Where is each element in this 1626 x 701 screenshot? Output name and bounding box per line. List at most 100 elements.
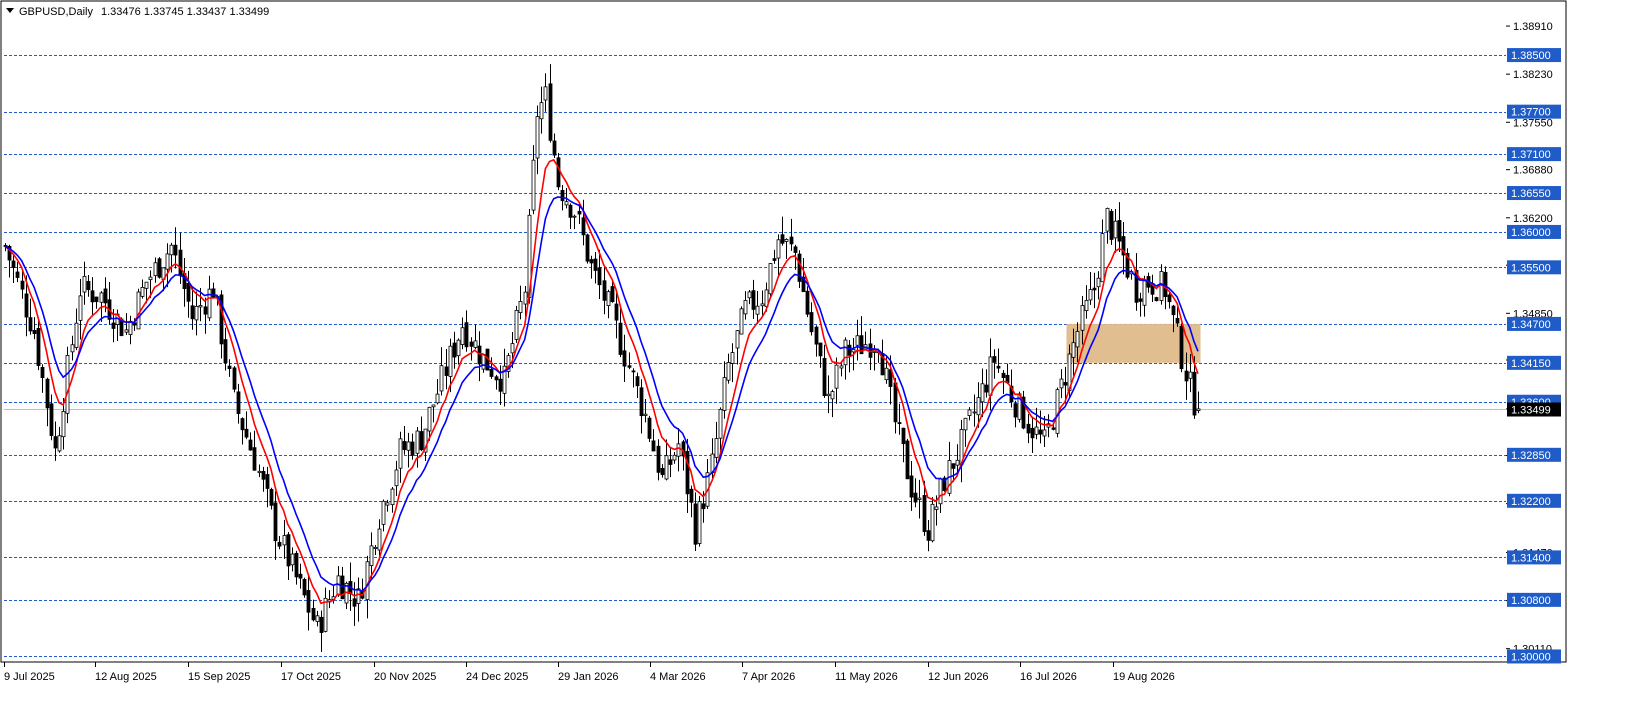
candle[interactable] bbox=[1042, 416, 1047, 448]
candle[interactable] bbox=[992, 349, 997, 379]
candle[interactable] bbox=[257, 464, 262, 478]
candle[interactable] bbox=[1113, 208, 1118, 253]
chart-window[interactable]: 1.38910 1.38230 1.37550 1.36880 1.36200 1.355… bbox=[0, 0, 1626, 696]
candle[interactable] bbox=[972, 394, 977, 427]
candle[interactable] bbox=[28, 298, 33, 335]
candle[interactable] bbox=[897, 403, 902, 435]
candle[interactable] bbox=[269, 487, 274, 510]
candle[interactable] bbox=[261, 466, 266, 492]
candle[interactable] bbox=[473, 324, 478, 350]
candle[interactable] bbox=[32, 317, 37, 340]
candle[interactable] bbox=[439, 347, 444, 396]
candle[interactable] bbox=[1121, 221, 1126, 275]
candle[interactable] bbox=[543, 73, 548, 112]
candle[interactable] bbox=[65, 346, 70, 424]
candle[interactable] bbox=[456, 338, 461, 365]
candle[interactable] bbox=[315, 610, 320, 627]
candle[interactable] bbox=[356, 577, 361, 622]
candle[interactable] bbox=[236, 383, 241, 424]
candle[interactable] bbox=[760, 290, 765, 317]
candle[interactable] bbox=[830, 389, 835, 418]
candle[interactable] bbox=[1013, 400, 1018, 428]
candle[interactable] bbox=[70, 335, 75, 361]
candle[interactable] bbox=[15, 262, 20, 283]
candle[interactable] bbox=[826, 375, 831, 414]
candle[interactable] bbox=[834, 357, 839, 404]
candle[interactable] bbox=[223, 327, 228, 371]
candle[interactable] bbox=[419, 416, 424, 452]
candle[interactable] bbox=[74, 308, 79, 351]
candle[interactable] bbox=[78, 278, 83, 340]
candle[interactable] bbox=[1167, 292, 1172, 309]
candle[interactable] bbox=[282, 519, 287, 559]
candle[interactable] bbox=[901, 427, 906, 463]
candle[interactable] bbox=[232, 366, 237, 393]
candle[interactable] bbox=[240, 417, 245, 445]
candle[interactable] bbox=[311, 599, 316, 622]
candle[interactable] bbox=[394, 460, 399, 496]
candle[interactable] bbox=[290, 547, 295, 572]
candle[interactable] bbox=[593, 251, 598, 284]
candle[interactable] bbox=[477, 331, 482, 382]
candle[interactable] bbox=[818, 342, 823, 368]
candle[interactable] bbox=[735, 329, 740, 365]
candle[interactable] bbox=[298, 563, 303, 589]
candle[interactable] bbox=[390, 487, 395, 513]
candle[interactable] bbox=[1021, 390, 1026, 430]
candle[interactable] bbox=[984, 369, 989, 398]
candle[interactable] bbox=[194, 291, 199, 336]
candle[interactable] bbox=[327, 590, 332, 609]
candle[interactable] bbox=[909, 460, 914, 511]
candle[interactable] bbox=[252, 430, 257, 471]
candle[interactable] bbox=[1154, 296, 1159, 302]
candle[interactable] bbox=[917, 479, 922, 519]
candle[interactable] bbox=[913, 478, 918, 508]
candle[interactable] bbox=[635, 372, 640, 399]
candle[interactable] bbox=[481, 353, 486, 373]
candle[interactable] bbox=[772, 249, 777, 264]
candle[interactable] bbox=[90, 277, 95, 317]
candle[interactable] bbox=[1109, 208, 1114, 245]
candle[interactable] bbox=[1138, 292, 1143, 317]
candle[interactable] bbox=[627, 352, 632, 370]
candle[interactable] bbox=[539, 86, 544, 134]
candle[interactable] bbox=[165, 243, 170, 288]
candle[interactable] bbox=[568, 203, 573, 229]
candle[interactable] bbox=[959, 419, 964, 483]
candle[interactable] bbox=[743, 291, 748, 320]
candle[interactable] bbox=[602, 266, 607, 315]
candle[interactable] bbox=[373, 545, 378, 556]
candle[interactable] bbox=[244, 411, 249, 440]
candle[interactable] bbox=[336, 566, 341, 597]
candle[interactable] bbox=[996, 348, 1001, 373]
candle[interactable] bbox=[780, 216, 785, 246]
candle[interactable] bbox=[1096, 271, 1101, 300]
candle[interactable] bbox=[768, 262, 773, 298]
candle[interactable] bbox=[963, 417, 968, 447]
candle[interactable] bbox=[689, 485, 694, 518]
candle[interactable] bbox=[647, 415, 652, 442]
candle[interactable] bbox=[153, 257, 158, 283]
candle[interactable] bbox=[203, 297, 208, 334]
candle[interactable] bbox=[402, 426, 407, 455]
candle[interactable] bbox=[140, 279, 145, 299]
candle[interactable] bbox=[11, 255, 16, 283]
candle[interactable] bbox=[1030, 416, 1035, 453]
candle[interactable] bbox=[676, 428, 681, 472]
candle[interactable] bbox=[173, 227, 178, 269]
candle[interactable] bbox=[664, 439, 669, 481]
candle[interactable] bbox=[1105, 207, 1110, 244]
candle[interactable] bbox=[1150, 274, 1155, 302]
candle[interactable] bbox=[531, 145, 536, 215]
candle[interactable] bbox=[552, 133, 557, 159]
candle[interactable] bbox=[714, 421, 719, 464]
candle[interactable] bbox=[656, 439, 661, 481]
candle[interactable] bbox=[415, 427, 420, 468]
candle[interactable] bbox=[323, 587, 328, 633]
candle[interactable] bbox=[739, 306, 744, 335]
candle[interactable] bbox=[660, 464, 665, 478]
candle[interactable] bbox=[535, 105, 540, 175]
candle[interactable] bbox=[227, 359, 232, 377]
candle[interactable] bbox=[1092, 272, 1097, 309]
candle[interactable] bbox=[548, 64, 553, 143]
